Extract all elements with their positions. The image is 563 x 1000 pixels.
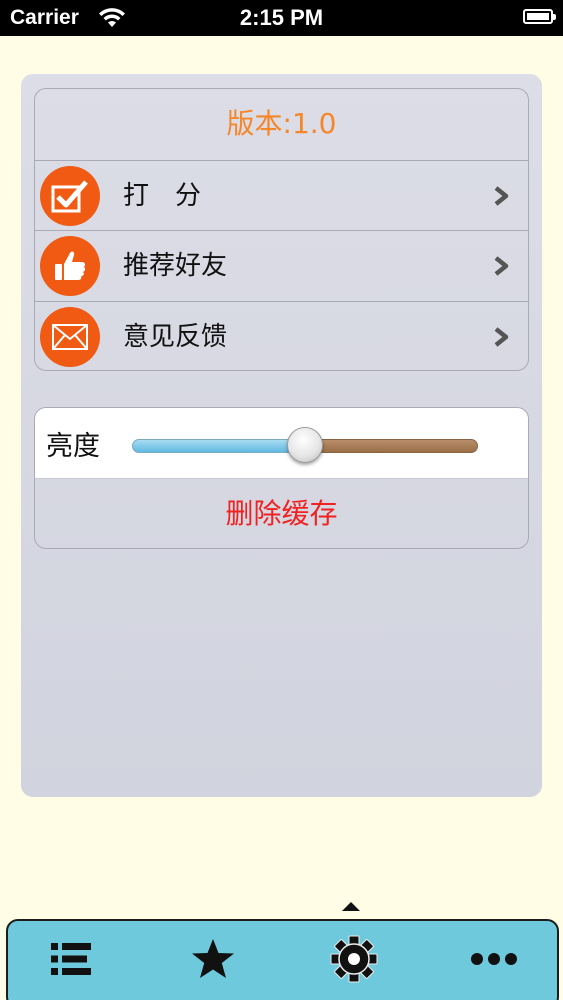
recommend-label: 推荐好友 — [123, 251, 228, 281]
clear-cache-button[interactable]: 删除缓存 — [35, 479, 528, 548]
status-time: 2:15 PM — [239, 5, 324, 30]
list-icon — [51, 943, 91, 975]
chevron-right-icon — [494, 256, 509, 276]
brightness-slider[interactable] — [132, 426, 478, 468]
settings-group: 版本:1.0 打分 推荐好友 意见反馈 — [34, 88, 529, 371]
gear-icon — [330, 935, 378, 983]
slider-thumb[interactable] — [287, 427, 323, 463]
more-icon — [471, 953, 517, 965]
chevron-right-icon — [494, 326, 509, 347]
chevron-right-icon — [494, 185, 509, 206]
version-label: 版本:1.0 — [226, 107, 337, 140]
tab-favorites[interactable] — [183, 933, 243, 985]
tab-list[interactable] — [41, 933, 101, 985]
status-bar: Carrier 2:15 PM — [0, 0, 563, 36]
star-icon — [192, 939, 234, 978]
recommend-row[interactable]: 推荐好友 — [35, 230, 528, 301]
brightness-row: 亮度 — [35, 408, 528, 479]
brightness-label: 亮度 — [46, 431, 100, 462]
tab-settings[interactable] — [324, 933, 384, 985]
rate-row[interactable]: 打分 — [35, 159, 528, 231]
thumbs-up-icon — [40, 236, 100, 296]
feedback-row[interactable]: 意见反馈 — [35, 300, 528, 371]
brightness-group: 亮度 删除缓存 — [34, 407, 529, 549]
rate-label: 打分 — [123, 180, 228, 211]
battery-icon — [523, 9, 556, 24]
slider-track-min — [132, 439, 305, 453]
feedback-label: 意见反馈 — [123, 321, 228, 352]
envelope-icon — [40, 306, 100, 367]
checkmark-icon — [40, 165, 100, 226]
tab-bar — [6, 919, 559, 1000]
tab-more[interactable] — [464, 933, 524, 985]
slider-track-max — [305, 439, 478, 453]
selected-tab-indicator — [342, 902, 360, 911]
